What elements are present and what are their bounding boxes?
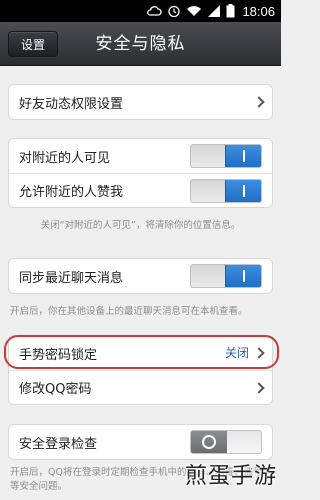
login-check-card: 安全登录检查 [8, 424, 273, 460]
title-bar: 安全与隐私 设置 [0, 22, 281, 66]
sync-messages-label: 同步最近聊天消息 [19, 270, 124, 286]
gesture-lock-item[interactable]: 手势密码锁定 关闭 [9, 336, 272, 370]
back-button[interactable]: 设置 [8, 31, 58, 57]
friend-dynamics-permission-item[interactable]: 好友动态权限设置 [9, 85, 272, 119]
nearby-card: 对附近的人可见 允许附近的人赞我 [8, 138, 273, 208]
nearby-visible-label: 对附近的人可见 [19, 150, 111, 166]
nearby-note: 关闭“对附近的人可见”，将清除你的位置信息。 [40, 220, 241, 231]
login-check-toggle[interactable] [190, 430, 262, 454]
chevron-right-icon [253, 381, 265, 394]
signal-icon [207, 3, 221, 19]
friend-dynamics-card: 好友动态权限设置 [8, 84, 273, 120]
sync-note: 开启后，你在其他设备上的最近聊天消息可在本机查看。 [10, 306, 248, 317]
nearby-visible-toggle[interactable] [190, 144, 262, 168]
status-bar: 18:06 [0, 0, 281, 22]
battery-icon [226, 3, 235, 19]
watermark: 煎蛋手游 [184, 464, 277, 489]
nearby-like-toggle[interactable] [190, 179, 262, 203]
password-card: 手势密码锁定 关闭 修改QQ密码 [8, 335, 273, 405]
modify-password-item[interactable]: 修改QQ密码 [9, 370, 272, 404]
friend-dynamics-label: 好友动态权限设置 [19, 96, 124, 112]
cloud-sync-icon [146, 3, 163, 19]
login-check-item: 安全登录检查 [9, 425, 272, 459]
sync-messages-item: 同步最近聊天消息 [9, 259, 272, 293]
nearby-like-label: 允许附近的人赞我 [19, 185, 124, 200]
login-check-label: 安全登录检查 [19, 436, 98, 452]
gesture-lock-status: 关闭 [224, 346, 249, 360]
modify-password-label: 修改QQ密码 [19, 382, 92, 397]
sync-messages-toggle[interactable] [190, 264, 262, 288]
nearby-like-item: 允许附近的人赞我 [9, 173, 272, 207]
wifi-icon [186, 3, 202, 19]
nearby-visible-item: 对附近的人可见 [9, 139, 272, 173]
chevron-right-icon [253, 347, 265, 359]
clock: 18:06 [242, 3, 275, 19]
alarm-icon [167, 3, 181, 19]
sync-card: 同步最近聊天消息 [8, 258, 273, 294]
chevron-right-icon [253, 96, 265, 108]
gesture-lock-label: 手势密码锁定 [19, 347, 98, 363]
